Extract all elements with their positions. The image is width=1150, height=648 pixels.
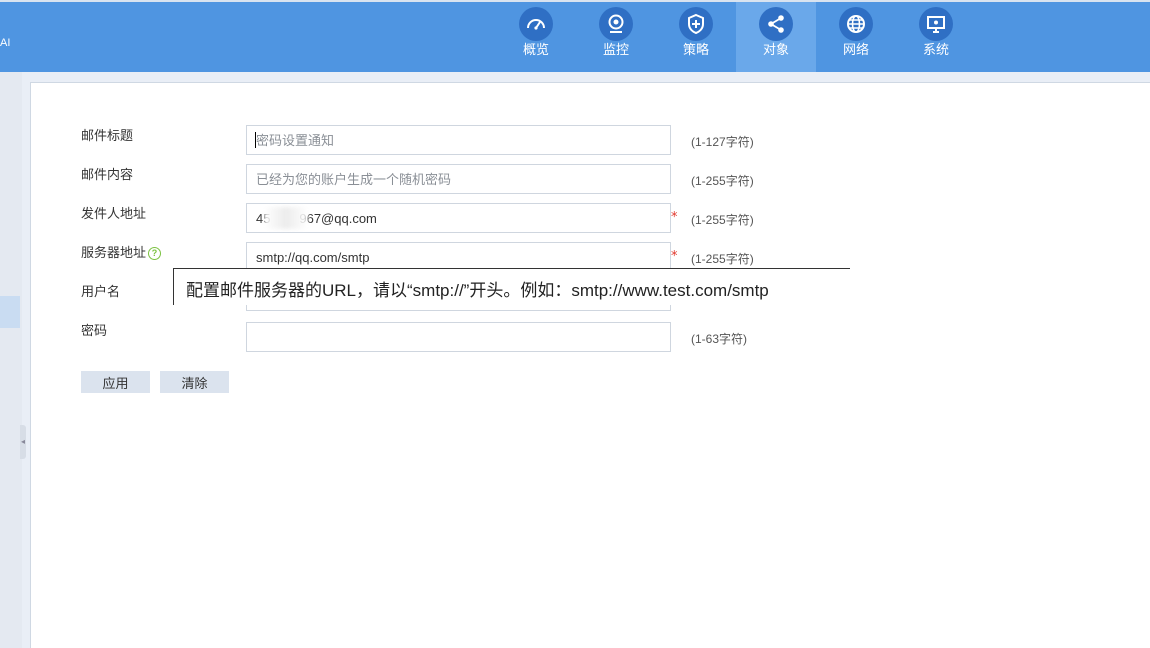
nav-tab-policy[interactable]: 策略 bbox=[656, 2, 736, 72]
hint-subject: (1-127字符) bbox=[691, 135, 754, 149]
nav-label: 对象 bbox=[762, 43, 789, 58]
webcam-icon bbox=[599, 7, 633, 41]
nav-label: 概览 bbox=[522, 43, 549, 58]
apply-button[interactable]: 应用 bbox=[81, 371, 150, 393]
nav-label: 监控 bbox=[602, 43, 629, 58]
label-password: 密码 bbox=[81, 323, 108, 338]
hint-password: (1-63字符) bbox=[691, 332, 748, 346]
label-content: 邮件内容 bbox=[81, 167, 134, 182]
sidebar-active-item[interactable] bbox=[0, 296, 20, 328]
nav-tab-objects[interactable]: 对象 bbox=[736, 2, 816, 72]
label-username: 用户名 bbox=[81, 284, 121, 299]
sender-address-input[interactable] bbox=[246, 203, 671, 233]
content-input[interactable] bbox=[246, 164, 671, 194]
sidebar-toggle-handle[interactable]: ◂ bbox=[20, 425, 26, 459]
hint-sender: (1-255字符) bbox=[691, 213, 754, 227]
nav-label: 系统 bbox=[922, 43, 949, 58]
text-cursor bbox=[255, 132, 256, 148]
sidebar-collapsed bbox=[0, 72, 22, 648]
hint-server: (1-255字符) bbox=[691, 252, 754, 266]
label-server-text: 服务器地址 bbox=[81, 245, 147, 260]
nav-tab-overview[interactable]: 概览 bbox=[496, 2, 576, 72]
redaction-blur bbox=[264, 207, 308, 229]
nav-label: 策略 bbox=[682, 43, 709, 58]
nav-tab-network[interactable]: 网络 bbox=[816, 2, 896, 72]
globe-icon bbox=[839, 7, 873, 41]
help-icon[interactable]: ? bbox=[148, 247, 162, 260]
share-icon bbox=[759, 7, 793, 41]
clear-button[interactable]: 清除 bbox=[160, 371, 229, 393]
required-mark: * bbox=[671, 249, 678, 264]
brand-logo-text: AI bbox=[0, 37, 11, 49]
label-server: 服务器地址? bbox=[81, 242, 162, 261]
nav-tab-system[interactable]: 系统 bbox=[896, 2, 976, 72]
top-navigation-bar: AI 概览 监控 策略 对象 网络 系统 bbox=[0, 0, 1150, 72]
speedometer-icon bbox=[519, 7, 553, 41]
hint-content: (1-255字符) bbox=[691, 174, 754, 188]
nav-label: 网络 bbox=[842, 43, 869, 58]
label-subject: 邮件标题 bbox=[81, 128, 134, 143]
shield-icon bbox=[679, 7, 713, 41]
password-input[interactable] bbox=[246, 322, 671, 352]
required-mark: * bbox=[671, 210, 678, 225]
nav-tab-monitor[interactable]: 监控 bbox=[576, 2, 656, 72]
help-tooltip: 配置邮件服务器的URL，请以“smtp://”开头。例如：smtp://www.… bbox=[173, 268, 850, 305]
monitor-icon bbox=[919, 7, 953, 41]
subject-input[interactable] bbox=[246, 125, 671, 155]
label-sender: 发件人地址 bbox=[81, 206, 147, 221]
